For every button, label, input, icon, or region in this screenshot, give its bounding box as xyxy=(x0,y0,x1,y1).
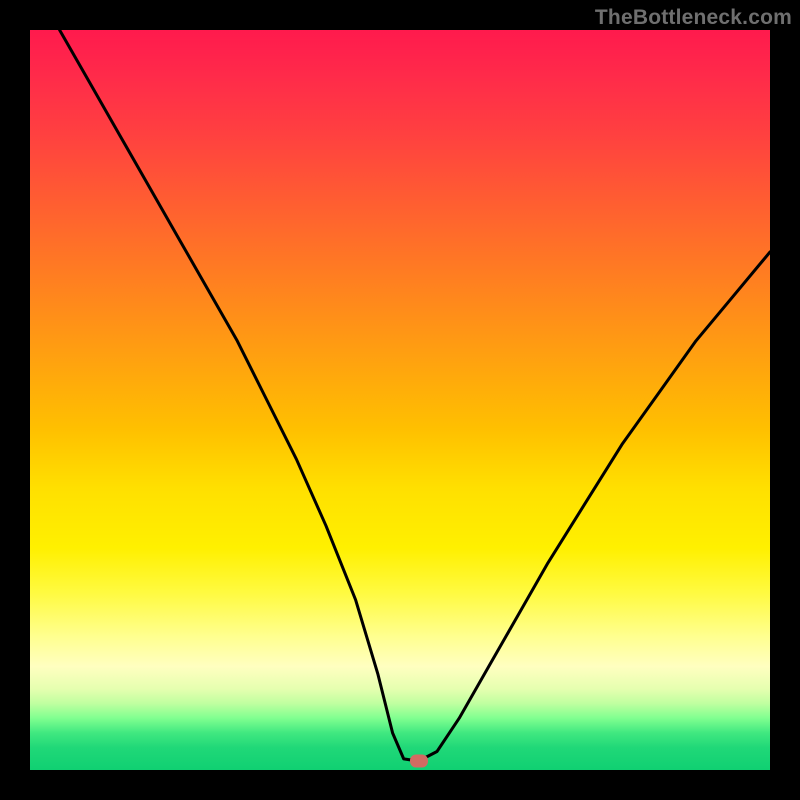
chart-plot-area xyxy=(30,30,770,770)
bottleneck-curve xyxy=(60,30,770,761)
watermark-text: TheBottleneck.com xyxy=(595,6,792,30)
optimal-point-marker xyxy=(410,755,428,768)
curve-svg xyxy=(30,30,770,770)
